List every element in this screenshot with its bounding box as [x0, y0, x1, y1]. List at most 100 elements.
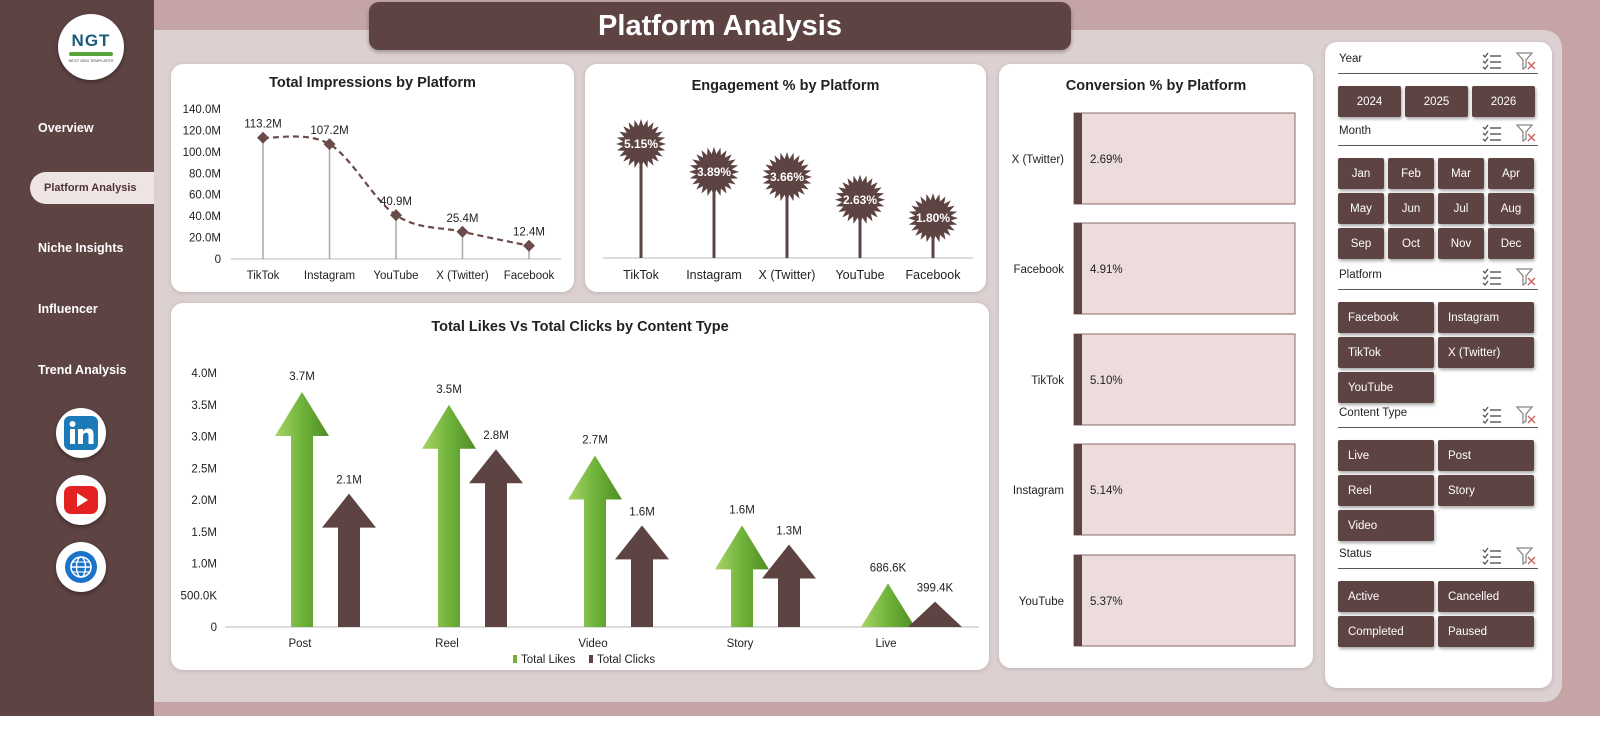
x-tick-label: Post [288, 638, 312, 650]
status-option-active[interactable]: Active [1338, 581, 1434, 612]
clicks-bar [908, 601, 962, 627]
likes-bar [275, 392, 329, 627]
conversion-tile-accent [1074, 223, 1082, 314]
data-point-marker [456, 225, 469, 238]
month-option-sep[interactable]: Sep [1338, 228, 1384, 259]
likes-data-label: 1.6M [729, 504, 755, 516]
y-tick-label: 0 [211, 622, 217, 634]
month-option-feb[interactable]: Feb [1388, 158, 1434, 189]
data-label: 1.80% [916, 211, 950, 225]
data-label: 3.66% [770, 170, 804, 184]
x-tick-label: Facebook [504, 270, 555, 282]
y-tick-label: 20.0M [189, 233, 221, 245]
multi-select-icon[interactable] [1482, 124, 1502, 147]
month-option-nov[interactable]: Nov [1438, 228, 1484, 259]
clicks-data-label: 1.6M [629, 506, 655, 518]
conversion-tile-accent [1074, 113, 1082, 204]
x-tick-label: TikTok [623, 268, 659, 282]
multi-select-icon[interactable] [1482, 268, 1502, 291]
month-option-mar[interactable]: Mar [1438, 158, 1484, 189]
youtube-icon[interactable] [56, 475, 106, 525]
year-slicer-header: Year [1338, 50, 1538, 74]
logo-mark: NGT [71, 31, 111, 50]
logo-subtitle: NEXT GEN TEMPLATES [68, 58, 114, 63]
platform-option-x-twitter-[interactable]: X (Twitter) [1438, 337, 1534, 368]
legend-label-likes: Total Likes [521, 654, 576, 666]
content-type-option-post[interactable]: Post [1438, 440, 1534, 471]
data-label: 3.89% [697, 165, 731, 179]
platform-option-youtube[interactable]: YouTube [1338, 372, 1434, 403]
category-label: YouTube [1019, 596, 1064, 608]
year-option-2025[interactable]: 2025 [1405, 86, 1468, 117]
sidebar: NGT NEXT GEN TEMPLATES Overview Platform … [24, 14, 154, 705]
x-tick-label: YouTube [373, 270, 418, 282]
platform-option-tiktok[interactable]: TikTok [1338, 337, 1434, 368]
conversion-tile-accent [1074, 555, 1082, 646]
clear-filter-icon[interactable] [1515, 406, 1536, 429]
status-option-paused[interactable]: Paused [1438, 616, 1534, 647]
engagement-chart-card: Engagement % by Platform 5.15% TikTok 3.89… [585, 64, 986, 292]
linkedin-icon[interactable] [56, 408, 106, 458]
year-option-2026[interactable]: 2026 [1472, 86, 1535, 117]
status-option-cancelled[interactable]: Cancelled [1438, 581, 1534, 612]
month-option-dec[interactable]: Dec [1488, 228, 1534, 259]
nav-item-niche-insights[interactable]: Niche Insights [24, 232, 154, 264]
content-type-option-video[interactable]: Video [1338, 510, 1434, 541]
nav-item-trend-analysis[interactable]: Trend Analysis [24, 354, 154, 386]
clear-filter-icon[interactable] [1515, 52, 1536, 75]
dashboard-frame: NGT NEXT GEN TEMPLATES Overview Platform … [0, 0, 1600, 741]
month-option-may[interactable]: May [1338, 193, 1384, 224]
likes-bar [861, 583, 915, 627]
x-tick-label: Video [578, 638, 607, 650]
y-tick-label: 120.0M [183, 125, 221, 137]
clicks-data-label: 2.8M [483, 430, 509, 442]
status-option-completed[interactable]: Completed [1338, 616, 1434, 647]
category-label: TikTok [1031, 375, 1064, 387]
data-label: 12.4M [513, 227, 545, 239]
clicks-bar [762, 544, 816, 627]
clear-filter-icon[interactable] [1515, 547, 1536, 570]
content-type-option-live[interactable]: Live [1338, 440, 1434, 471]
y-tick-label: 60.0M [189, 190, 221, 202]
brand-logo: NGT NEXT GEN TEMPLATES [58, 14, 124, 80]
clear-filter-icon[interactable] [1515, 268, 1536, 291]
month-option-aug[interactable]: Aug [1488, 193, 1534, 224]
platform-option-facebook[interactable]: Facebook [1338, 302, 1434, 333]
year-option-2024[interactable]: 2024 [1338, 86, 1401, 117]
month-option-oct[interactable]: Oct [1388, 228, 1434, 259]
x-tick-label: X (Twitter) [436, 270, 489, 282]
month-option-jun[interactable]: Jun [1388, 193, 1434, 224]
bottom-margin [0, 716, 1600, 741]
clear-filter-icon[interactable] [1515, 124, 1536, 147]
x-tick-label: Reel [435, 638, 459, 650]
nav-item-platform-analysis[interactable]: Platform Analysis [30, 172, 154, 204]
month-option-jan[interactable]: Jan [1338, 158, 1384, 189]
multi-select-icon[interactable] [1482, 406, 1502, 429]
likes-data-label: 2.7M [582, 435, 608, 447]
status-slicer-title: Status [1339, 548, 1372, 560]
impressions-chart-card: Total Impressions by Platform 0 20.0M 40.0… [171, 64, 574, 292]
status-slicer-header: Status [1338, 545, 1538, 569]
platform-option-instagram[interactable]: Instagram [1438, 302, 1534, 333]
nav-item-overview[interactable]: Overview [24, 112, 154, 144]
likes-bar [568, 455, 622, 627]
multi-select-icon[interactable] [1482, 547, 1502, 570]
multi-select-icon[interactable] [1482, 52, 1502, 75]
y-tick-label: 1.0M [191, 559, 217, 571]
legend-swatch-likes [513, 655, 517, 663]
month-slicer-header: Month [1338, 122, 1538, 146]
data-label: 40.9M [380, 196, 412, 208]
x-tick-label: Story [727, 638, 754, 650]
likes-data-label: 3.7M [289, 371, 315, 383]
month-option-jul[interactable]: Jul [1438, 193, 1484, 224]
content-type-option-reel[interactable]: Reel [1338, 475, 1434, 506]
clicks-data-label: 399.4K [917, 583, 954, 595]
nav-item-influencer[interactable]: Influencer [24, 293, 154, 325]
clicks-bar [615, 525, 669, 627]
content-type-option-story[interactable]: Story [1438, 475, 1534, 506]
data-label: 5.14% [1090, 485, 1123, 497]
conversion-chart-card: Conversion % by Platform X (Twitter) 2.69… [999, 64, 1313, 668]
likes-clicks-chart-card: Total Likes Vs Total Clicks by Content T… [171, 303, 989, 670]
globe-icon[interactable] [56, 542, 106, 592]
month-option-apr[interactable]: Apr [1488, 158, 1534, 189]
